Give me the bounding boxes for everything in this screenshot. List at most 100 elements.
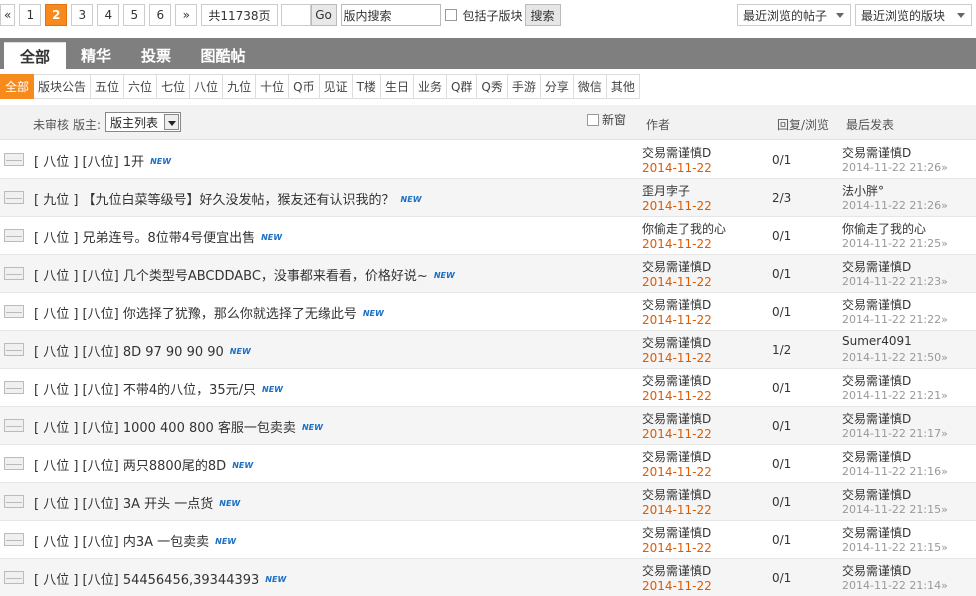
moderator-select[interactable]: 版主列表 bbox=[105, 112, 181, 132]
thread-title-link[interactable]: [ 八位 ] [八位] 两只8800尾的8D NEW bbox=[34, 455, 253, 474]
thread-title-link[interactable]: [ 八位 ] 兄弟连号。8位带4号便宜出售 NEW bbox=[34, 227, 282, 246]
tab-digest[interactable]: 精华 bbox=[70, 42, 122, 69]
thread-row[interactable]: [ 八位 ] [八位] 不带4的八位，35元/只 NEW 交易需谨慎D 2014-11… bbox=[0, 369, 976, 407]
first-page-button[interactable]: « bbox=[0, 4, 16, 26]
thread-title-link[interactable]: [ 八位 ] [八位] 你选择了犹豫，那么你就选择了无缘此号 NEW bbox=[34, 303, 384, 322]
recent-boards-dropdown[interactable]: 最近浏览的版块 bbox=[855, 4, 972, 26]
category-q-coin[interactable]: Q币 bbox=[289, 74, 320, 99]
category-other[interactable]: 其他 bbox=[606, 74, 640, 99]
thread-row[interactable]: [ 八位 ] [八位] 3A 开头 一点货 NEW 交易需谨慎D 2014-11-22… bbox=[0, 483, 976, 521]
last-poster[interactable]: 你偷走了我的心 bbox=[842, 220, 926, 237]
thread-author[interactable]: 你偷走了我的心 bbox=[642, 220, 726, 237]
page-5-button[interactable]: 5 bbox=[123, 4, 146, 26]
last-post-time[interactable]: 2014-11-22 21:15» bbox=[842, 541, 948, 554]
category-q-group[interactable]: Q群 bbox=[446, 74, 478, 99]
thread-author[interactable]: 交易需谨慎D bbox=[642, 524, 711, 541]
last-poster[interactable]: 交易需谨慎D bbox=[842, 524, 911, 541]
category-wechat[interactable]: 微信 bbox=[573, 74, 607, 99]
new-window-option[interactable]: 新窗 bbox=[587, 111, 626, 128]
category-nine-digit[interactable]: 九位 bbox=[223, 74, 257, 99]
thread-title-link[interactable]: [ 九位 ] 【九位白菜等级号】好久没发帖，猴友还有认识我的？ NEW bbox=[34, 189, 422, 208]
thread-title-link[interactable]: [ 八位 ] [八位] 不带4的八位，35元/只 NEW bbox=[34, 379, 283, 398]
thread-author[interactable]: 交易需谨慎D bbox=[642, 486, 711, 503]
category-witness[interactable]: 见证 bbox=[319, 74, 353, 99]
thread-title-link[interactable]: [ 八位 ] [八位] 8D 97 90 90 90 NEW bbox=[34, 341, 251, 360]
category-birthday[interactable]: 生日 bbox=[380, 74, 414, 99]
category-mobile-games[interactable]: 手游 bbox=[507, 74, 541, 99]
last-post-time[interactable]: 2014-11-22 21:25» bbox=[842, 237, 948, 250]
last-poster[interactable]: 法小胖° bbox=[842, 182, 884, 199]
category-six-digit[interactable]: 六位 bbox=[124, 74, 158, 99]
last-post-time[interactable]: 2014-11-22 21:21» bbox=[842, 389, 948, 402]
page-1-button[interactable]: 1 bbox=[19, 4, 42, 26]
category-eight-digit[interactable]: 八位 bbox=[190, 74, 224, 99]
board-search-input[interactable]: 版内搜索 bbox=[340, 4, 441, 26]
include-subboards-option[interactable]: 包括子版块 bbox=[444, 7, 523, 24]
last-poster[interactable]: 交易需谨慎D bbox=[842, 144, 911, 161]
last-post-time[interactable]: 2014-11-22 21:14» bbox=[842, 579, 948, 592]
search-button[interactable]: 搜索 bbox=[524, 4, 561, 26]
thread-author[interactable]: 交易需谨慎D bbox=[642, 258, 711, 275]
unreviewed-link[interactable]: 未审核 bbox=[33, 116, 69, 133]
last-post-time[interactable]: 2014-11-22 21:23» bbox=[842, 275, 948, 288]
category-five-digit[interactable]: 五位 bbox=[91, 74, 125, 99]
thread-title-link[interactable]: [ 八位 ] [八位] 1000 400 800 客服一包卖卖 NEW bbox=[34, 417, 323, 436]
thread-title-link[interactable]: [ 八位 ] [八位] 54456456,39344393 NEW bbox=[34, 569, 286, 588]
thread-author[interactable]: 歪月孛子 bbox=[642, 182, 690, 199]
page-4-button[interactable]: 4 bbox=[97, 4, 120, 26]
thread-author[interactable]: 交易需谨慎D bbox=[642, 144, 711, 161]
thread-author[interactable]: 交易需谨慎D bbox=[642, 410, 711, 427]
recent-posts-dropdown[interactable]: 最近浏览的帖子 bbox=[737, 4, 851, 26]
last-poster[interactable]: Sumer4091 bbox=[842, 334, 912, 348]
thread-row[interactable]: [ 八位 ] [八位] 几个类型号ABCDDABC，没事都来看看，价格好说~ NE… bbox=[0, 255, 976, 293]
last-post-time[interactable]: 2014-11-22 21:22» bbox=[842, 313, 948, 326]
thread-row[interactable]: [ 八位 ] [八位] 54456456,39344393 NEW 交易需谨慎D 20… bbox=[0, 559, 976, 596]
last-post-time[interactable]: 2014-11-22 21:15» bbox=[842, 503, 948, 516]
thread-row[interactable]: [ 八位 ] [八位] 两只8800尾的8D NEW 交易需谨慎D 2014-11-2… bbox=[0, 445, 976, 483]
category-share[interactable]: 分享 bbox=[540, 74, 574, 99]
thread-author[interactable]: 交易需谨慎D bbox=[642, 562, 711, 579]
thread-title-link[interactable]: [ 八位 ] [八位] 内3A 一包卖卖 NEW bbox=[34, 531, 236, 550]
last-poster[interactable]: 交易需谨慎D bbox=[842, 410, 911, 427]
new-window-checkbox[interactable] bbox=[587, 113, 599, 126]
tab-all[interactable]: 全部 bbox=[4, 42, 66, 69]
category-ten-digit[interactable]: 十位 bbox=[256, 74, 290, 99]
category-business[interactable]: 业务 bbox=[413, 74, 447, 99]
last-poster[interactable]: 交易需谨慎D bbox=[842, 372, 911, 389]
page-jump-input[interactable] bbox=[280, 4, 311, 26]
category-t-floor[interactable]: T楼 bbox=[352, 74, 381, 99]
last-poster[interactable]: 交易需谨慎D bbox=[842, 562, 911, 579]
page-2-current[interactable]: 2 bbox=[45, 4, 68, 26]
thread-row[interactable]: [ 九位 ] 【九位白菜等级号】好久没发帖，猴友还有认识我的？ NEW 歪月孛子 20… bbox=[0, 179, 976, 217]
thread-author[interactable]: 交易需谨慎D bbox=[642, 448, 711, 465]
last-post-time[interactable]: 2014-11-22 21:50» bbox=[842, 351, 948, 364]
last-post-time[interactable]: 2014-11-22 21:16» bbox=[842, 465, 948, 478]
tab-image-posts[interactable]: 图酷帖 bbox=[190, 42, 256, 69]
thread-row[interactable]: [ 八位 ] [八位] 8D 97 90 90 90 NEW 交易需谨慎D 2014-… bbox=[0, 331, 976, 369]
category-seven-digit[interactable]: 七位 bbox=[157, 74, 191, 99]
include-subboards-checkbox[interactable] bbox=[444, 9, 457, 21]
thread-row[interactable]: [ 八位 ] [八位] 1000 400 800 客服一包卖卖 NEW 交易需谨慎D… bbox=[0, 407, 976, 445]
thread-title-link[interactable]: [ 八位 ] [八位] 1开 NEW bbox=[34, 151, 171, 170]
thread-row[interactable]: [ 八位 ] 兄弟连号。8位带4号便宜出售 NEW 你偷走了我的心 2014-11-2… bbox=[0, 217, 976, 255]
thread-author[interactable]: 交易需谨慎D bbox=[642, 372, 711, 389]
thread-row[interactable]: [ 八位 ] [八位] 1开 NEW 交易需谨慎D 2014-11-22 0/1 交易需谨… bbox=[0, 141, 976, 179]
page-6-button[interactable]: 6 bbox=[149, 4, 172, 26]
thread-author[interactable]: 交易需谨慎D bbox=[642, 334, 711, 351]
page-3-button[interactable]: 3 bbox=[71, 4, 94, 26]
last-post-time[interactable]: 2014-11-22 21:26» bbox=[842, 199, 948, 212]
category-all[interactable]: 全部 bbox=[0, 74, 35, 99]
thread-title-link[interactable]: [ 八位 ] [八位] 3A 开头 一点货 NEW bbox=[34, 493, 240, 512]
last-poster[interactable]: 交易需谨慎D bbox=[842, 486, 911, 503]
tab-polls[interactable]: 投票 bbox=[130, 42, 182, 69]
go-button[interactable]: Go bbox=[310, 4, 337, 26]
thread-title-link[interactable]: [ 八位 ] [八位] 几个类型号ABCDDABC，没事都来看看，价格好说~ NE… bbox=[34, 265, 455, 284]
category-q-show[interactable]: Q秀 bbox=[477, 74, 508, 99]
thread-author[interactable]: 交易需谨慎D bbox=[642, 296, 711, 313]
last-poster[interactable]: 交易需谨慎D bbox=[842, 296, 911, 313]
last-post-time[interactable]: 2014-11-22 21:26» bbox=[842, 161, 948, 174]
thread-row[interactable]: [ 八位 ] [八位] 内3A 一包卖卖 NEW 交易需谨慎D 2014-11-22 0… bbox=[0, 521, 976, 559]
next-page-button[interactable]: » bbox=[175, 4, 198, 26]
last-poster[interactable]: 交易需谨慎D bbox=[842, 448, 911, 465]
category-announcements[interactable]: 版块公告 bbox=[34, 74, 92, 99]
